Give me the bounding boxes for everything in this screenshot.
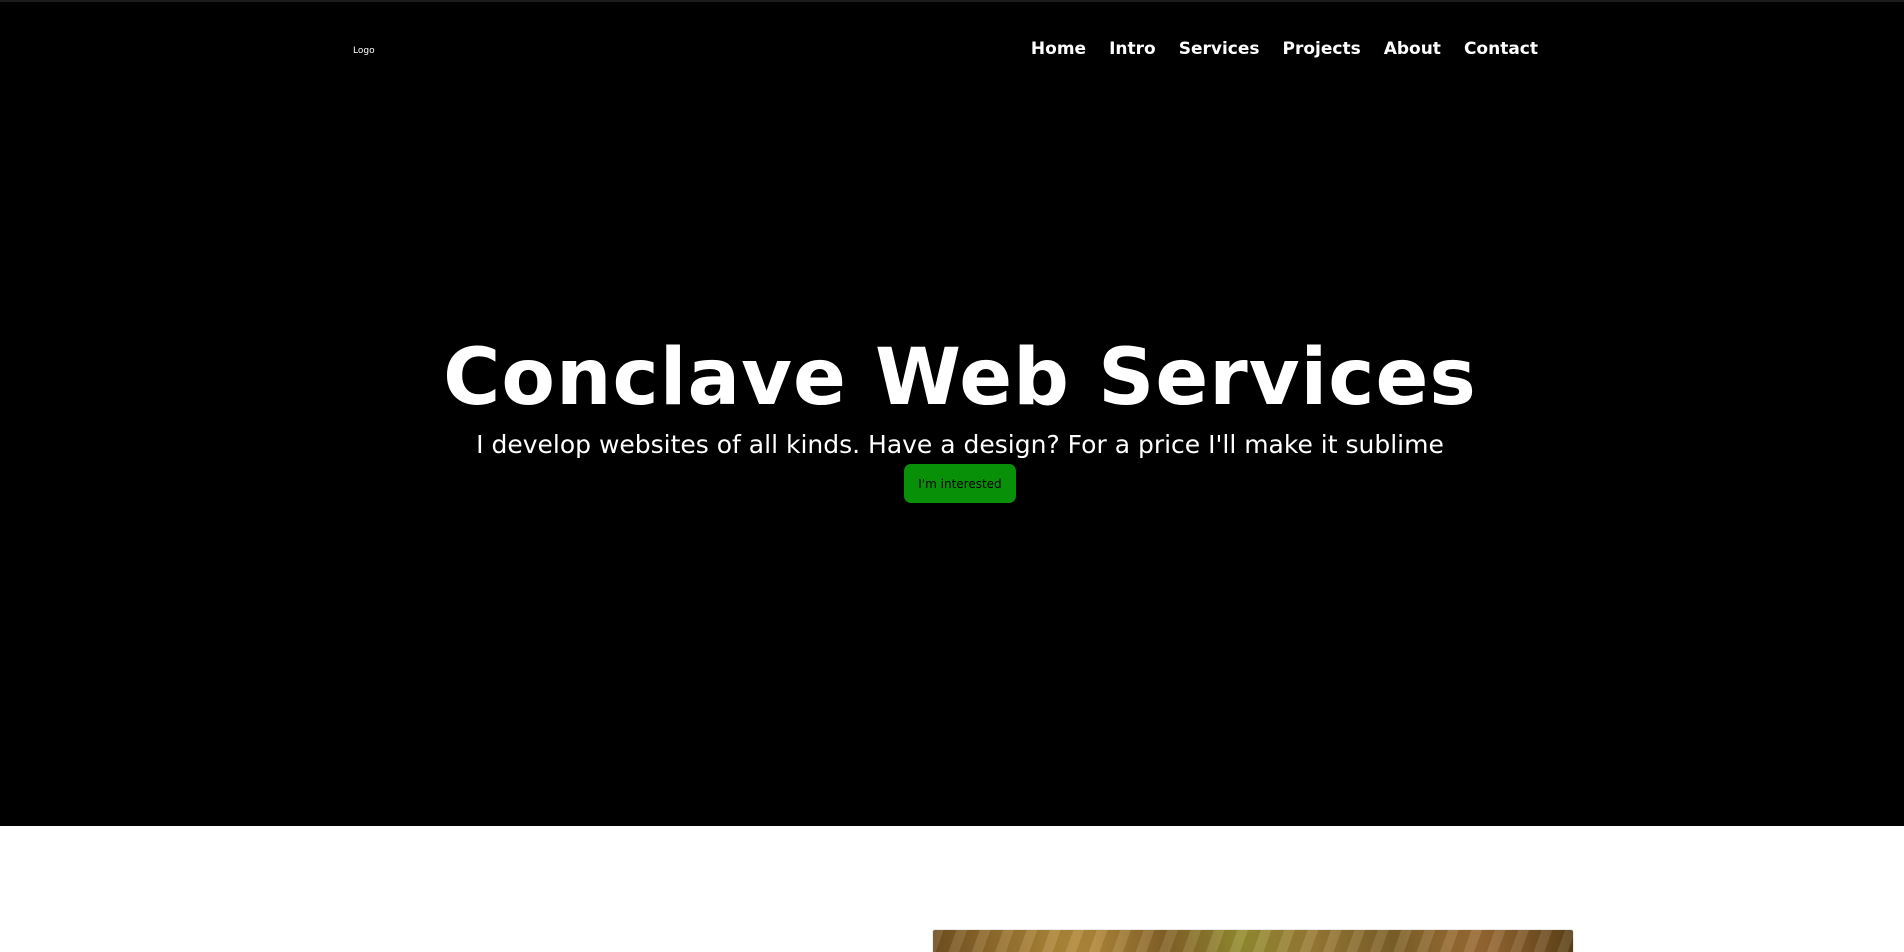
nav-intro[interactable]: Intro: [1109, 37, 1156, 61]
hero-section: Logo Home Intro Services Projects About …: [0, 0, 1904, 826]
page: Logo Home Intro Services Projects About …: [0, 0, 1904, 952]
top-border: [0, 0, 1904, 2]
project-image: [933, 930, 1573, 952]
main-navigation: Home Intro Services Projects About Conta…: [1031, 37, 1538, 61]
nav-services[interactable]: Services: [1179, 37, 1260, 61]
interested-button[interactable]: I'm interested: [904, 464, 1016, 503]
nav-projects[interactable]: Projects: [1283, 37, 1361, 61]
hero-subtitle: I develop websites of all kinds. Have a …: [476, 430, 1444, 459]
nav-contact[interactable]: Contact: [1464, 37, 1538, 61]
nav-about[interactable]: About: [1384, 37, 1441, 61]
hero-content: Conclave Web Services I develop websites…: [0, 328, 1904, 503]
logo-text[interactable]: Logo: [353, 45, 375, 57]
hero-title: Conclave Web Services: [443, 333, 1477, 423]
nav-home[interactable]: Home: [1031, 37, 1086, 61]
